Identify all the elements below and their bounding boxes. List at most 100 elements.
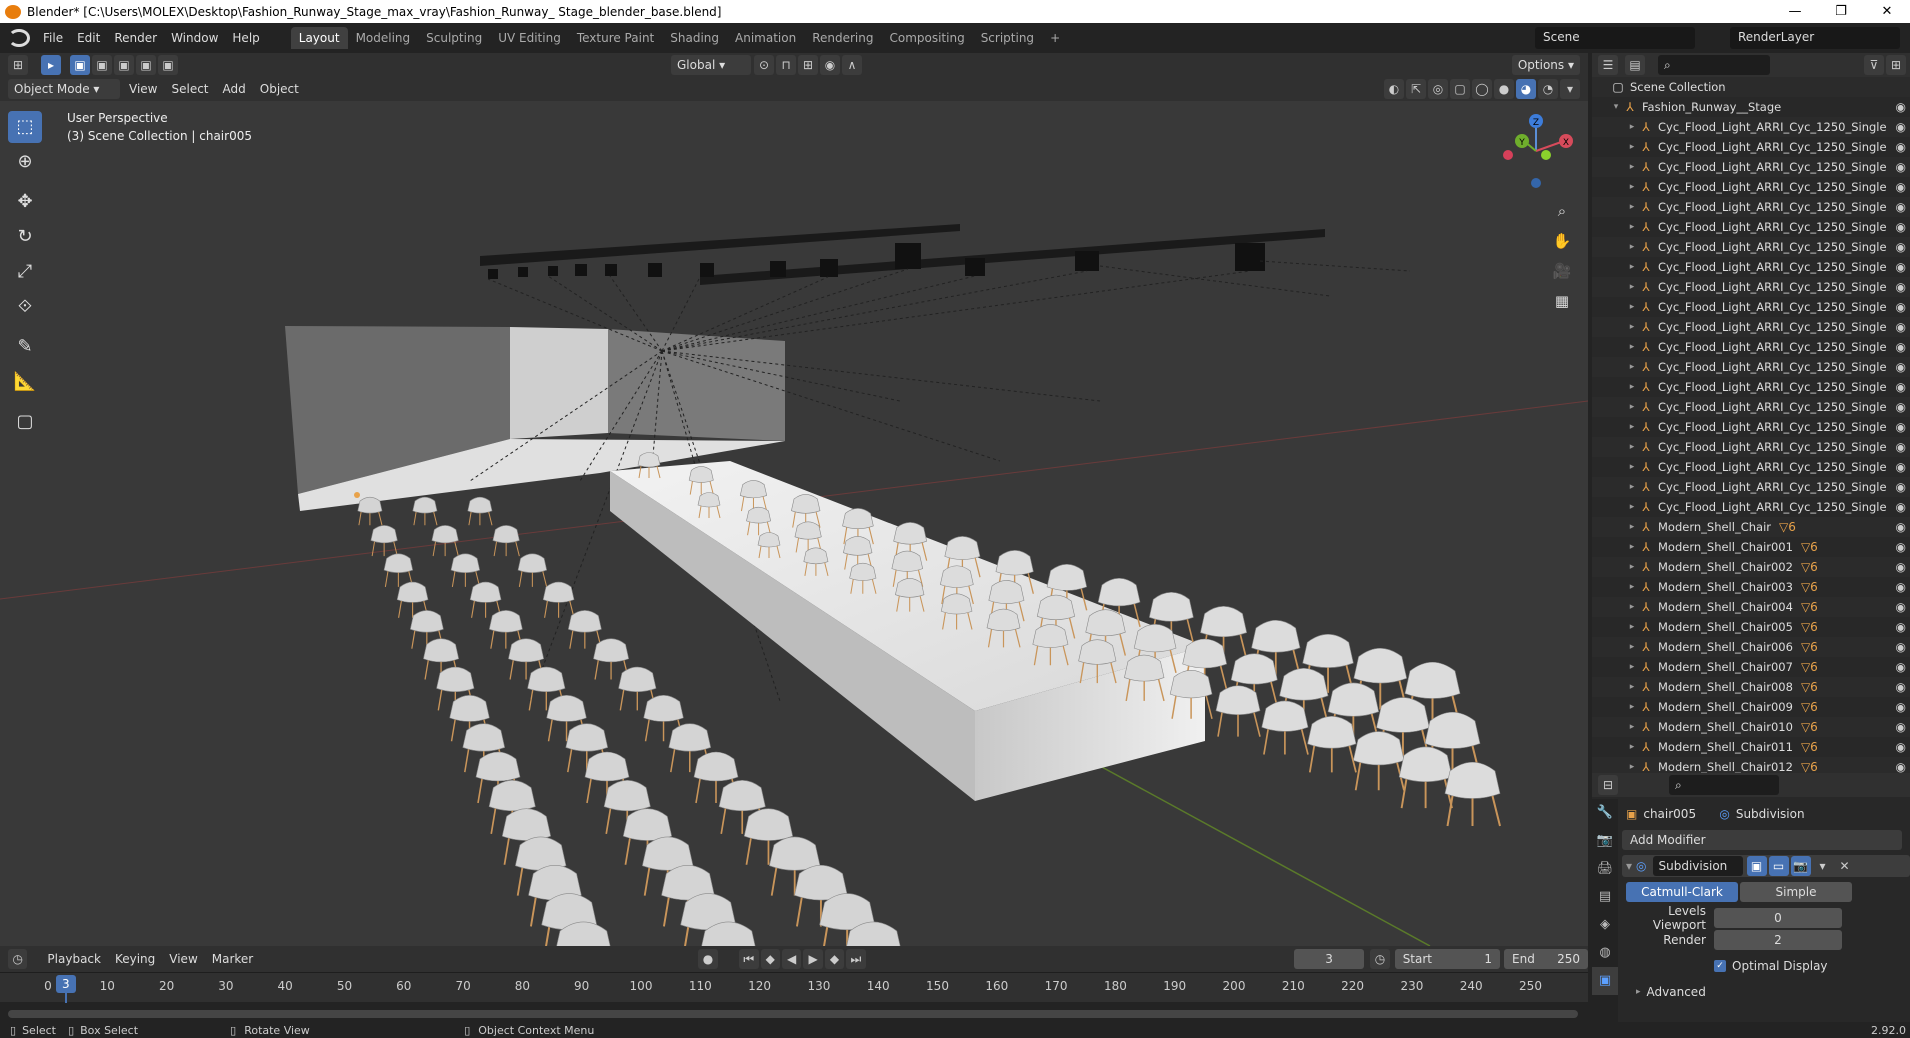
expand-arrow-icon[interactable]: ▸ [1626,622,1638,632]
properties-editor-type-icon[interactable]: ⊟ [1598,775,1618,795]
options-dropdown[interactable]: Options ▾ [1511,55,1580,75]
falloff-icon[interactable]: ∧ [842,55,862,75]
tab-scripting[interactable]: Scripting [973,27,1042,49]
expand-arrow-icon[interactable]: ▸ [1626,482,1638,492]
modifier-name-field[interactable]: Subdivision [1652,856,1743,876]
expand-arrow-icon[interactable]: ▸ [1626,162,1638,172]
timeline-editor-type-icon[interactable]: ◷ [8,949,28,969]
outliner-editor-type-icon[interactable]: ☰ [1598,55,1618,75]
collapse-arrow-icon[interactable]: ▾ [1626,859,1632,873]
new-collection-icon[interactable]: ⊞ [1886,55,1906,75]
tab-uv-editing[interactable]: UV Editing [490,27,569,49]
expand-arrow-icon[interactable]: ▸ [1626,122,1638,132]
outliner-item[interactable]: ▸ ⅄ Cyc_Flood_Light_ARRI_Cyc_1250_Single ◉ [1592,237,1910,257]
outliner-item[interactable]: ▸ ⅄ Modern_Shell_Chair ▽6 ◉ [1592,517,1910,537]
pivot-point-icon[interactable]: ⊙ [754,55,774,75]
expand-arrow-icon[interactable]: ▸ [1626,682,1638,692]
shading-solid-icon[interactable]: ● [1494,79,1514,99]
timeline-ruler[interactable]: 0 10 20 30 40 50 60 70 80 90 100 110 120 130 140 150 160… [0,972,1588,1003]
tab-shading[interactable]: Shading [662,27,727,49]
expand-arrow-icon[interactable]: ▸ [1626,722,1638,732]
measure-tool-icon[interactable]: 📐 [8,366,42,398]
expand-arrow-icon[interactable]: ▸ [1626,262,1638,272]
edit-mode-toggle-icon[interactable]: ▣ [1746,856,1767,876]
world-tab-icon[interactable]: ◍ [1592,939,1618,967]
visibility-eye-icon[interactable]: ◉ [1896,360,1906,374]
cursor-tool-icon[interactable]: ⊕ [8,146,42,178]
timeline-scrollbar[interactable] [8,1010,1578,1018]
render-levels-field[interactable]: 2 [1714,930,1842,950]
outliner-item[interactable]: ▸ ⅄ Modern_Shell_Chair006 ▽6 ◉ [1592,637,1910,657]
view-layer-tab-icon[interactable]: ▤ [1592,883,1618,911]
expand-arrow-icon[interactable]: ▸ [1626,182,1638,192]
expand-arrow-icon[interactable]: ▸ [1626,322,1638,332]
advanced-row[interactable]: ▸ Advanced [1622,981,1910,1003]
tab-sculpting[interactable]: Sculpting [418,27,490,49]
playhead[interactable]: 3 [55,975,76,993]
expand-arrow-icon[interactable]: ▸ [1626,602,1638,612]
outliner-item[interactable]: ▸ ⅄ Cyc_Flood_Light_ARRI_Cyc_1250_Single ◉ [1592,417,1910,437]
remove-modifier-icon[interactable]: ✕ [1835,856,1855,876]
3d-viewport[interactable]: ⬚ ⊕ ✥ ↻ ⤢ ⟐ ✎ 📐 ▢ User Perspective (3) S… [0,101,1588,946]
properties-search-input[interactable]: ⌕ [1669,775,1779,795]
render-tab-icon[interactable]: 📷 [1592,827,1618,855]
prev-keyframe-icon[interactable]: ◆ [760,949,780,969]
visibility-eye-icon[interactable]: ◉ [1896,620,1906,634]
minimize-button[interactable]: — [1772,4,1818,19]
add-modifier-button[interactable]: Add Modifier [1622,830,1902,850]
outliner-item[interactable]: ▸ ⅄ Cyc_Flood_Light_ARRI_Cyc_1250_Single ◉ [1592,477,1910,497]
pan-view-icon[interactable]: ✋ [1548,227,1576,255]
expand-arrow-icon[interactable]: ▸ [1626,762,1638,772]
expand-arrow-icon[interactable]: ▸ [1626,302,1638,312]
menu-file[interactable]: File [36,31,70,45]
outliner-item[interactable]: ▸ ⅄ Cyc_Flood_Light_ARRI_Cyc_1250_Single ◉ [1592,397,1910,417]
select-mode-invert-icon[interactable]: ▣ [136,55,156,75]
play-icon[interactable]: ▶ [803,949,823,969]
ortho-toggle-icon[interactable]: ▦ [1548,287,1576,315]
close-button[interactable]: ✕ [1864,4,1910,19]
visibility-eye-icon[interactable]: ◉ [1896,280,1906,294]
expand-arrow-icon[interactable]: ▸ [1626,662,1638,672]
menu-edit[interactable]: Edit [70,31,107,45]
visibility-eye-icon[interactable]: ◉ [1896,340,1906,354]
expand-arrow-icon[interactable]: ▸ [1626,522,1638,532]
add-cube-tool-icon[interactable]: ▢ [8,406,42,438]
optimal-display-checkbox[interactable]: ✓ [1714,960,1726,972]
expand-arrow-icon[interactable]: ▸ [1626,562,1638,572]
visibility-eye-icon[interactable]: ◉ [1896,740,1906,754]
expand-arrow-icon[interactable]: ▸ [1626,502,1638,512]
select-mode-subtract-icon[interactable]: ▣ [114,55,134,75]
outliner-item[interactable]: ▸ ⅄ Cyc_Flood_Light_ARRI_Cyc_1250_Single ◉ [1592,297,1910,317]
outliner-item[interactable]: ▸ ⅄ Modern_Shell_Chair003 ▽6 ◉ [1592,577,1910,597]
expand-arrow-icon[interactable]: ▸ [1626,402,1638,412]
expand-arrow-icon[interactable]: ▾ [1610,102,1622,112]
visibility-eye-icon[interactable]: ◉ [1896,160,1906,174]
expand-arrow-icon[interactable]: ▸ [1626,362,1638,372]
outliner-item[interactable]: ▸ ⅄ Cyc_Flood_Light_ARRI_Cyc_1250_Single ◉ [1592,317,1910,337]
outliner-item[interactable]: ▸ ⅄ Modern_Shell_Chair005 ▽6 ◉ [1592,617,1910,637]
snap-target-icon[interactable]: ⊞ [798,55,818,75]
visibility-eye-icon[interactable]: ◉ [1896,540,1906,554]
visibility-eye-icon[interactable]: ◉ [1896,140,1906,154]
outliner-item[interactable]: ▸ ⅄ Modern_Shell_Chair002 ▽6 ◉ [1592,557,1910,577]
expand-arrow-icon[interactable]: ▸ [1626,742,1638,752]
rotate-tool-icon[interactable]: ↻ [8,221,42,253]
timeline-menu-keying[interactable]: Keying [108,952,162,966]
tab-rendering[interactable]: Rendering [804,27,881,49]
shading-rendered-icon[interactable]: ◔ [1538,79,1558,99]
visibility-eye-icon[interactable]: ◉ [1896,720,1906,734]
visibility-eye-icon[interactable]: ◉ [1896,560,1906,574]
visibility-eye-icon[interactable]: ◉ [1896,180,1906,194]
next-keyframe-icon[interactable]: ◆ [824,949,845,969]
viewport-menu-view[interactable]: View [122,82,164,96]
filter-icon[interactable]: ⊽ [1864,55,1884,75]
viewport-menu-object[interactable]: Object [253,82,306,96]
display-mode-icon[interactable]: ▤ [1625,55,1645,75]
menu-window[interactable]: Window [164,31,225,45]
viewport-menu-select[interactable]: Select [164,82,215,96]
outliner-search-input[interactable]: ⌕ [1658,55,1770,75]
expand-arrow-icon[interactable]: ▸ [1626,702,1638,712]
visibility-eye-icon[interactable]: ◉ [1896,320,1906,334]
start-frame-field[interactable]: Start 1 [1394,949,1501,969]
record-keyframe-icon[interactable]: ● [698,949,718,969]
